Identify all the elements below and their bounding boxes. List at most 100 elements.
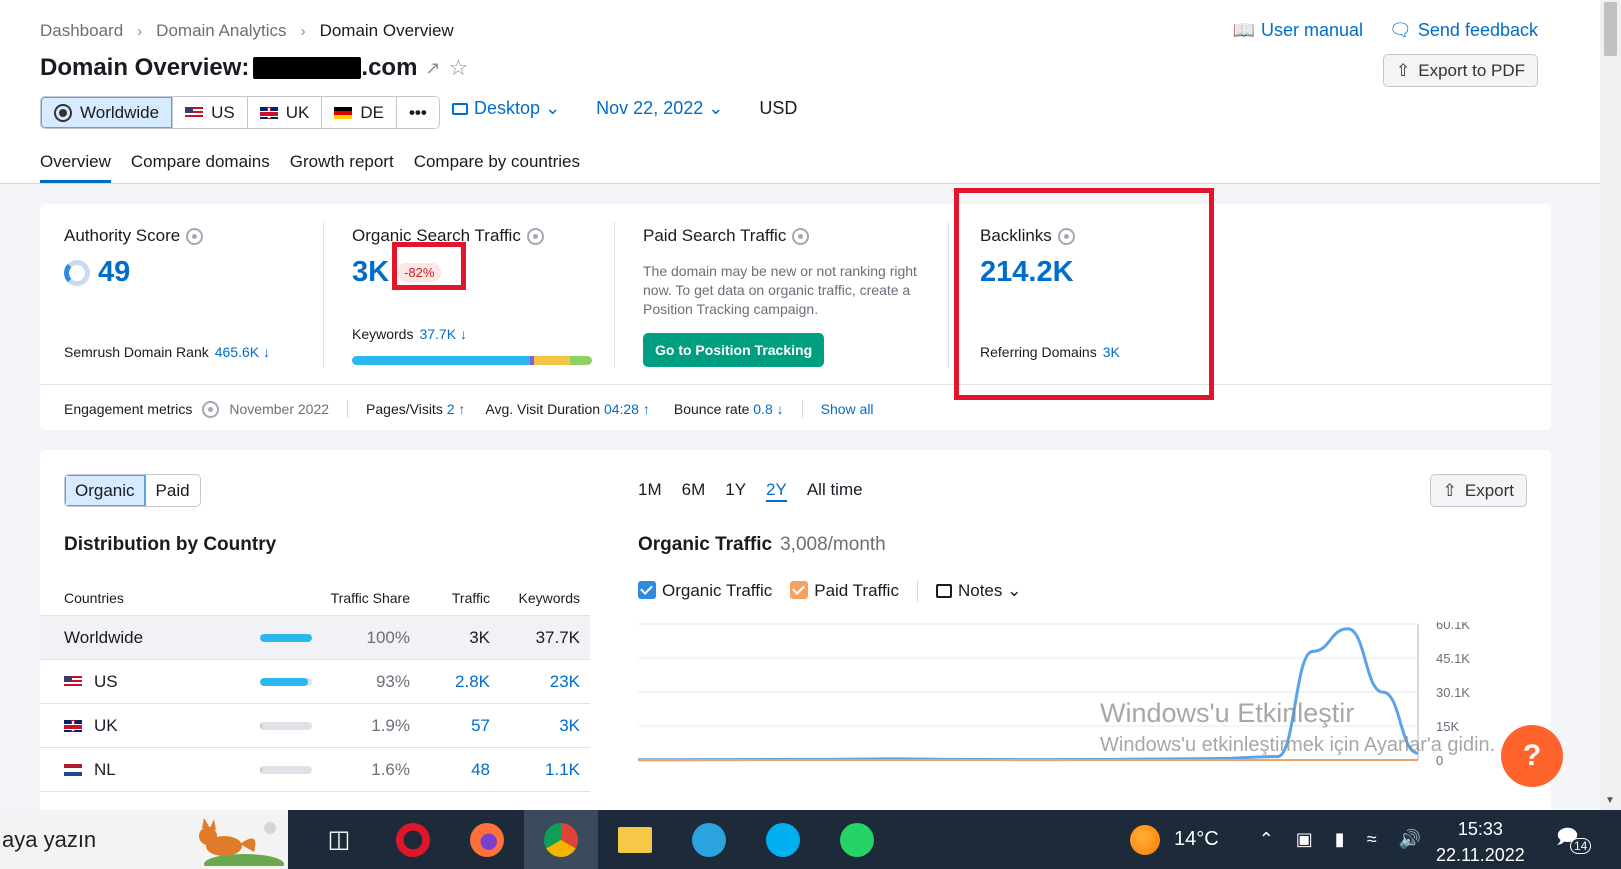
notes-dropdown[interactable]: Notes ⌄ — [935, 581, 1022, 601]
weather-temp[interactable]: 14°C — [1174, 828, 1219, 851]
table-row[interactable]: US 93% 2.8K 23K — [40, 660, 590, 704]
info-icon[interactable] — [186, 227, 204, 245]
table-row[interactable]: NL 1.6% 48 1.1K — [40, 748, 590, 792]
info-icon[interactable] — [202, 400, 220, 418]
filters: Desktop ⌄ Nov 22, 2022 ⌄ USD — [452, 98, 797, 119]
opera-icon[interactable] — [376, 810, 450, 869]
chevron-up-icon[interactable]: ⌃ — [1259, 829, 1274, 850]
send-feedback-link[interactable]: 🗨 Send feedback — [1389, 20, 1538, 41]
tab-overview[interactable]: Overview — [40, 152, 111, 183]
weather-icon[interactable] — [1130, 824, 1160, 855]
windows-watermark: Windows'u Etkinleştir — [1100, 698, 1355, 728]
notes-icon — [935, 584, 952, 598]
scrollbar[interactable]: ▼ — [1600, 0, 1621, 810]
period-2y[interactable]: 2Y — [766, 480, 787, 502]
tab-compare-by-countries[interactable]: Compare by countries — [414, 152, 580, 183]
checkbox-icon — [638, 581, 656, 599]
uk-flag-icon — [64, 719, 82, 732]
tab-growth-report[interactable]: Growth report — [290, 152, 394, 183]
whatsapp-icon[interactable] — [820, 810, 894, 869]
organic-paid-toggle: Organic Paid — [64, 474, 201, 507]
meet-icon[interactable]: ▣ — [1296, 829, 1313, 850]
chevron-down-icon: ⌄ — [1007, 581, 1022, 600]
fox-illustration-icon — [199, 818, 284, 866]
battery-icon[interactable]: ▮ — [1335, 829, 1345, 850]
globe-icon — [54, 103, 72, 122]
taskbar-apps: ◫ — [302, 810, 894, 869]
table-row[interactable]: UK 1.9% 57 3K — [40, 704, 590, 748]
keywords-count: Keywords 37.7K ↓ — [352, 326, 467, 342]
chevron-right-icon: › — [300, 22, 306, 40]
de-flag-icon — [334, 106, 353, 119]
uk-flag-icon — [259, 106, 278, 119]
period-selector: 1M 6M 1Y 2Y All time — [638, 480, 863, 502]
breadcrumb-domain-analytics[interactable]: Domain Analytics — [156, 21, 286, 41]
scrollbar-thumb[interactable] — [1604, 2, 1617, 56]
y-tick-label: 15K — [1436, 719, 1459, 734]
book-icon: 📖 — [1232, 20, 1255, 40]
comment-icon: 🗨 — [1389, 20, 1412, 40]
keyword-bar-segment — [570, 356, 592, 365]
scroll-down-arrow-icon[interactable]: ▼ — [1605, 795, 1615, 806]
export-pdf-button[interactable]: ⇧ Export to PDF — [1382, 54, 1538, 87]
engagement-metrics: Engagement metrics November 2022 Pages/V… — [64, 400, 874, 418]
notification-count: 14 — [1570, 838, 1592, 854]
wifi-icon[interactable]: ≈ — [1367, 829, 1377, 850]
table-row[interactable]: Worldwide 100% 3K 37.7K — [40, 616, 590, 660]
us-flag-icon — [64, 675, 82, 688]
chevron-right-icon: › — [137, 22, 143, 40]
legend-organic-checkbox[interactable]: Organic Traffic — [638, 581, 772, 601]
breadcrumb: Dashboard › Domain Analytics › Domain Ov… — [40, 21, 454, 41]
y-tick-label: 60.1K — [1436, 622, 1470, 632]
period-all-time[interactable]: All time — [807, 480, 863, 502]
telegram-icon[interactable] — [672, 810, 746, 869]
paid-search-traffic: Paid Search Traffic The domain may be ne… — [643, 226, 923, 367]
db-us[interactable]: US — [172, 97, 247, 128]
db-de[interactable]: DE — [321, 97, 396, 128]
help-button[interactable]: ? — [1501, 725, 1563, 787]
chrome-icon[interactable] — [524, 810, 598, 869]
share-bar — [260, 677, 312, 686]
taskbar-clock[interactable]: 15:33 22.11.2022 — [1436, 816, 1525, 868]
divider — [40, 384, 1551, 385]
date-dropdown[interactable]: Nov 22, 2022 ⌄ — [596, 98, 723, 119]
user-manual-link[interactable]: 📖 User manual — [1233, 20, 1363, 41]
breadcrumb-current: Domain Overview — [319, 21, 454, 40]
period-1m[interactable]: 1M — [638, 480, 662, 502]
toggle-organic[interactable]: Organic — [65, 475, 146, 506]
external-link-icon[interactable]: ↗ — [425, 58, 440, 79]
show-all-link[interactable]: Show all — [821, 401, 874, 417]
db-more[interactable]: ••• — [395, 97, 439, 128]
keyword-bar-segment — [534, 356, 571, 365]
db-worldwide[interactable]: Worldwide — [41, 97, 173, 128]
device-dropdown[interactable]: Desktop ⌄ — [452, 98, 560, 119]
volume-icon[interactable]: 🔊 — [1399, 829, 1421, 850]
go-to-position-tracking-button[interactable]: Go to Position Tracking — [643, 333, 825, 367]
chevron-down-icon: ⌄ — [545, 98, 561, 118]
period-1y[interactable]: 1Y — [725, 480, 746, 502]
skype-icon[interactable] — [746, 810, 820, 869]
y-tick-label: 30.1K — [1436, 685, 1470, 700]
share-bar — [260, 765, 312, 774]
monitor-icon — [452, 103, 468, 115]
info-icon[interactable] — [792, 227, 810, 245]
keyword-bar-segment — [352, 356, 530, 365]
upload-icon: ⇧ — [1395, 60, 1411, 80]
divider — [323, 222, 324, 368]
legend-paid-checkbox[interactable]: Paid Traffic — [790, 581, 899, 601]
file-explorer-icon[interactable] — [598, 810, 672, 869]
notification-icon[interactable]: 🗩 14 — [1556, 822, 1592, 854]
firefox-icon[interactable] — [450, 810, 524, 869]
domain-rank: Semrush Domain Rank 465.6K ↓ — [64, 344, 270, 360]
star-icon[interactable]: ☆ — [449, 55, 469, 81]
breadcrumb-dashboard[interactable]: Dashboard — [40, 21, 123, 41]
export-button[interactable]: ⇧ Export — [1429, 474, 1527, 507]
organic-traffic-title: Organic Traffic 3,008/month — [638, 534, 886, 555]
tab-compare-domains[interactable]: Compare domains — [131, 152, 270, 183]
period-6m[interactable]: 6M — [682, 480, 706, 502]
task-view-icon[interactable]: ◫ — [302, 810, 376, 869]
toggle-paid[interactable]: Paid — [146, 475, 200, 506]
info-icon[interactable] — [526, 227, 544, 245]
db-uk[interactable]: UK — [246, 97, 322, 128]
upload-icon: ⇧ — [1442, 480, 1457, 500]
